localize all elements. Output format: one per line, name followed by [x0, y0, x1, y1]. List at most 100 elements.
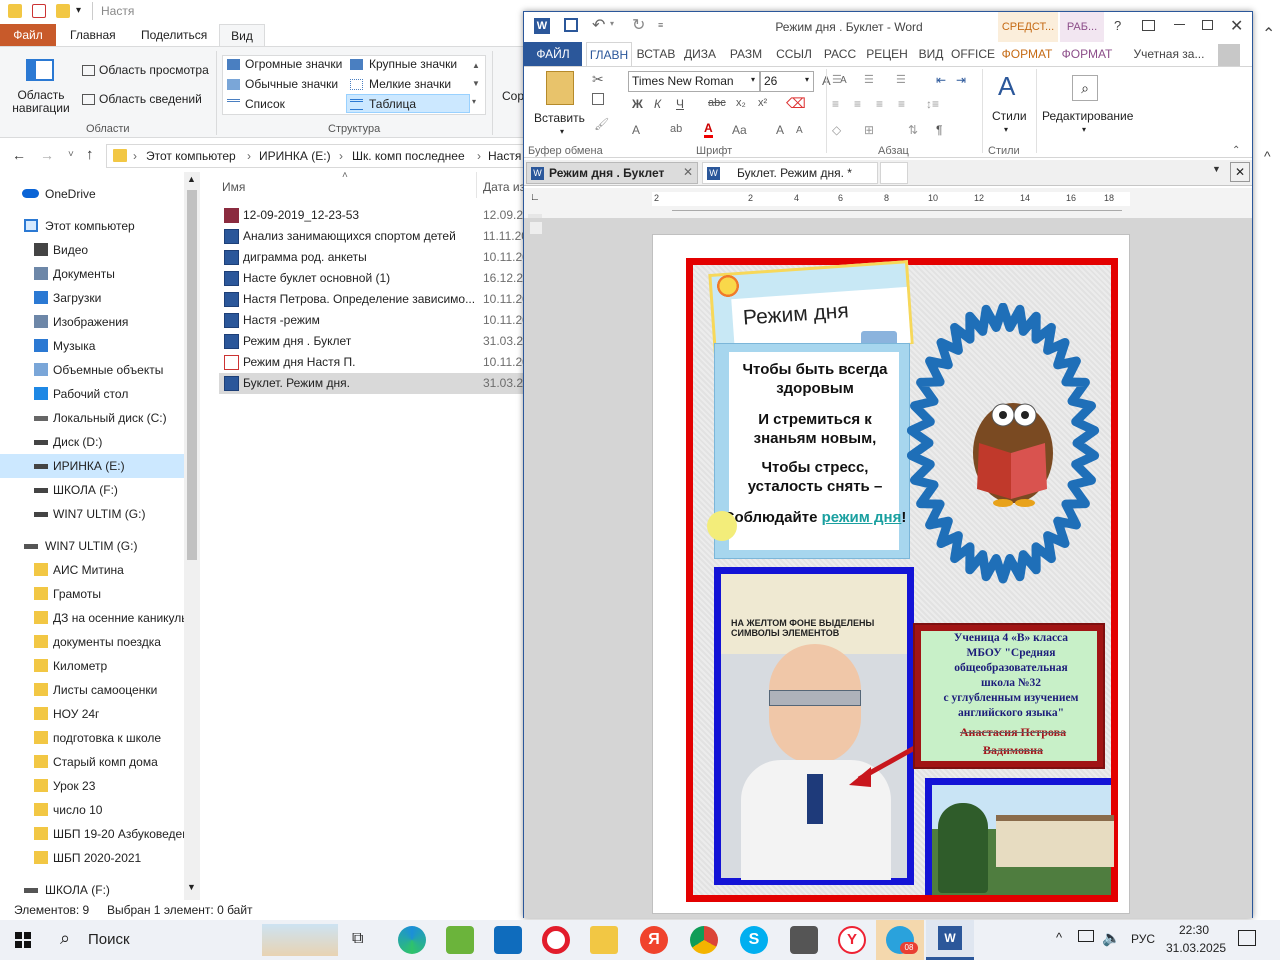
- nav-item[interactable]: Документы: [0, 262, 184, 286]
- photo-school[interactable]: [925, 778, 1114, 895]
- help-icon[interactable]: ?: [1114, 18, 1121, 33]
- tab-references[interactable]: ССЫЛ: [772, 42, 816, 66]
- poem-line-4[interactable]: Соблюдайте режим дня!: [721, 508, 909, 527]
- file-row[interactable]: 12-09-2019_12-23-53 12.09.20: [219, 205, 530, 226]
- notifications-icon[interactable]: [1238, 930, 1256, 946]
- scroll-down-icon[interactable]: ▼: [187, 882, 196, 892]
- breadcrumb-item[interactable]: ИРИНКА (E:): [259, 149, 331, 163]
- tab-insert[interactable]: ВСТАВ: [634, 42, 678, 66]
- copy-icon[interactable]: [592, 93, 604, 105]
- author-line[interactable]: английского языка": [923, 706, 1099, 721]
- shrink-icon[interactable]: A: [796, 125, 803, 136]
- chevron-up-icon[interactable]: ⌃: [1262, 24, 1275, 44]
- photo-girl[interactable]: На желтом фоне выделены символы элементо…: [714, 567, 914, 885]
- chevron-down-icon[interactable]: ▾: [1004, 125, 1008, 134]
- context-tab-tools[interactable]: СРЕДСТ...: [998, 12, 1058, 42]
- chevron-down-icon[interactable]: ▾: [560, 127, 564, 136]
- nav-folder[interactable]: Урок 23: [0, 774, 184, 798]
- nav-folder[interactable]: АИС Митина: [0, 558, 184, 582]
- tab-stop-icon[interactable]: ∟: [530, 192, 540, 203]
- layout-small-icons[interactable]: Мелкие значки: [369, 77, 451, 91]
- ribbon-display-icon[interactable]: [1142, 20, 1155, 31]
- customize-qat-icon[interactable]: ≡: [658, 20, 663, 30]
- format-painter-icon[interactable]: 🖌: [594, 117, 609, 131]
- editing-button[interactable]: Редактирование: [1042, 109, 1133, 123]
- tab-layout[interactable]: РАЗМ: [726, 42, 766, 66]
- skype-icon[interactable]: S: [740, 926, 768, 954]
- font-size-select[interactable]: 26 ▾: [760, 71, 814, 92]
- clock-time[interactable]: 22:30: [1179, 923, 1209, 937]
- column-name[interactable]: Имя: [222, 180, 245, 194]
- nav-item[interactable]: Музыка: [0, 334, 184, 358]
- borders-icon[interactable]: ⊞: [864, 123, 874, 137]
- opera-icon[interactable]: [542, 926, 570, 954]
- file-row[interactable]: Насте буклет основной (1) 16.12.20: [219, 268, 530, 289]
- tab-view[interactable]: ВИД: [914, 42, 948, 66]
- yandex-icon[interactable]: Я: [640, 926, 668, 954]
- nav-item[interactable]: ШКОЛА (F:): [0, 478, 184, 502]
- avatar[interactable]: [1218, 44, 1240, 66]
- poem-line-2[interactable]: И стремиться к знаньям новым,: [725, 410, 905, 448]
- wifi-app-icon[interactable]: [446, 926, 474, 954]
- nav-drive-g[interactable]: WIN7 ULTIM (G:): [0, 534, 184, 558]
- divider[interactable]: [476, 172, 477, 198]
- yandex-browser-icon[interactable]: Y: [838, 926, 866, 954]
- recent-locations-icon[interactable]: ˅: [68, 149, 74, 160]
- nav-folder[interactable]: Листы самооценки: [0, 678, 184, 702]
- forward-icon[interactable]: →: [40, 147, 54, 163]
- preview-pane-button[interactable]: Область просмотра: [99, 63, 209, 77]
- tab-view[interactable]: Вид: [219, 24, 265, 47]
- multilevel-icon[interactable]: ☰: [896, 73, 906, 86]
- new-folder-icon[interactable]: [56, 4, 70, 18]
- show-hidden-icons[interactable]: ^: [1056, 930, 1062, 945]
- nav-folder[interactable]: ДЗ на осенние каникулы: [0, 606, 190, 630]
- tab-format-picture[interactable]: ФОРМАТ: [1058, 42, 1116, 66]
- nav-item[interactable]: Рабочий стол: [0, 382, 184, 406]
- nav-item[interactable]: Загрузки: [0, 286, 184, 310]
- layout-medium-icons[interactable]: Обычные значки: [245, 77, 338, 91]
- poem-link[interactable]: режим дня: [822, 509, 902, 526]
- align-right-icon[interactable]: ≡: [876, 97, 883, 111]
- tab-share[interactable]: Поделиться: [133, 24, 215, 46]
- tab-design[interactable]: ДИЗА: [680, 42, 720, 66]
- breadcrumb[interactable]: › Этот компьютер › ИРИНКА (E:) › Шк. ком…: [106, 144, 524, 168]
- account-name[interactable]: Учетная за...: [1126, 42, 1212, 66]
- redo-icon[interactable]: ↻: [632, 15, 645, 35]
- undo-icon[interactable]: ↶: [592, 15, 605, 35]
- doc-tab-2[interactable]: W Буклет. Режим дня. *: [702, 162, 878, 184]
- file-row[interactable]: Буклет. Режим дня. 31.03.20: [219, 373, 530, 394]
- change-case-icon[interactable]: Aa: [732, 123, 747, 137]
- nav-folder[interactable]: документы поездка: [0, 630, 184, 654]
- styles-button[interactable]: Стили: [992, 109, 1027, 123]
- paste-icon[interactable]: [546, 71, 574, 105]
- scroll-thumb[interactable]: [187, 190, 197, 560]
- collapse-ribbon-icon[interactable]: ⌃: [1232, 145, 1240, 156]
- tab-mailings[interactable]: РАСС: [820, 42, 860, 66]
- new-tab-button[interactable]: [880, 162, 908, 184]
- language-indicator[interactable]: РУС: [1131, 932, 1155, 946]
- tab-file[interactable]: ФАЙЛ: [524, 42, 582, 66]
- column-date[interactable]: Дата из: [483, 180, 525, 194]
- highlight-icon[interactable]: ab: [670, 123, 682, 135]
- numbering-icon[interactable]: ☰: [864, 73, 874, 86]
- bullets-icon[interactable]: ☰: [832, 73, 842, 86]
- scroll-up-icon[interactable]: ▲: [187, 174, 196, 184]
- tab-home[interactable]: Главная: [62, 24, 124, 46]
- italic-icon[interactable]: К: [654, 97, 661, 111]
- author-line[interactable]: МБОУ "Средняя: [923, 646, 1099, 661]
- back-icon[interactable]: ←: [12, 147, 26, 163]
- chrome-icon[interactable]: [690, 926, 718, 954]
- tab-file[interactable]: Файл: [0, 24, 56, 46]
- tab-format-drawing[interactable]: ФОРМАТ: [998, 42, 1056, 66]
- clear-formatting-icon[interactable]: ⌫: [786, 95, 806, 112]
- increase-indent-icon[interactable]: ⇥: [956, 73, 966, 87]
- decrease-indent-icon[interactable]: ⇤: [936, 73, 946, 87]
- nav-folder[interactable]: Старый комп дома: [0, 750, 184, 774]
- author-line[interactable]: с углубленным изучением: [923, 691, 1099, 706]
- superscript-icon[interactable]: x²: [758, 97, 767, 109]
- nav-scrollbar[interactable]: ▲ ▼: [184, 172, 200, 900]
- breadcrumb-item[interactable]: Этот компьютер: [146, 149, 236, 163]
- find-icon[interactable]: ⌕: [1072, 75, 1098, 101]
- chevron-down-icon[interactable]: ▾: [610, 19, 614, 28]
- file-row[interactable]: Режим дня Настя П. 10.11.20: [219, 352, 529, 373]
